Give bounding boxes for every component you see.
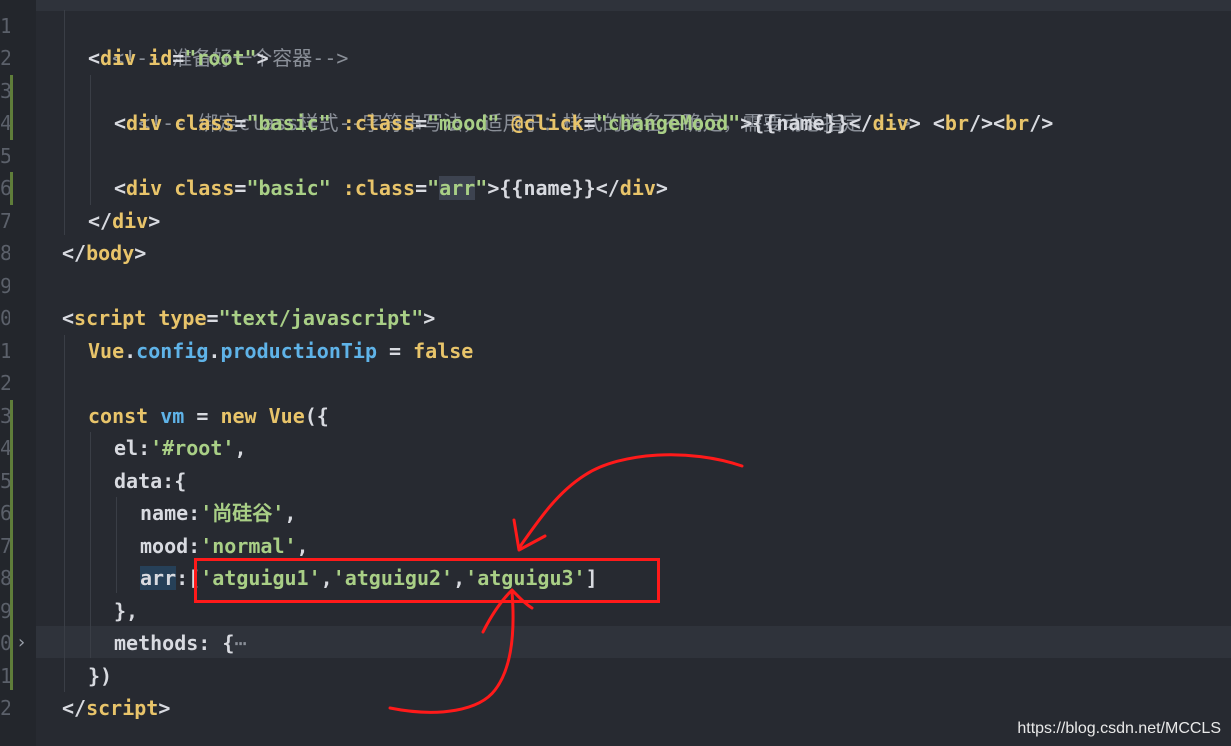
watermark: https://blog.csdn.net/MCCLS	[1017, 720, 1221, 737]
arrow-top-curve	[517, 453, 744, 550]
arrow-bottom-head	[481, 588, 534, 634]
annotation-arrows	[388, 453, 744, 714]
